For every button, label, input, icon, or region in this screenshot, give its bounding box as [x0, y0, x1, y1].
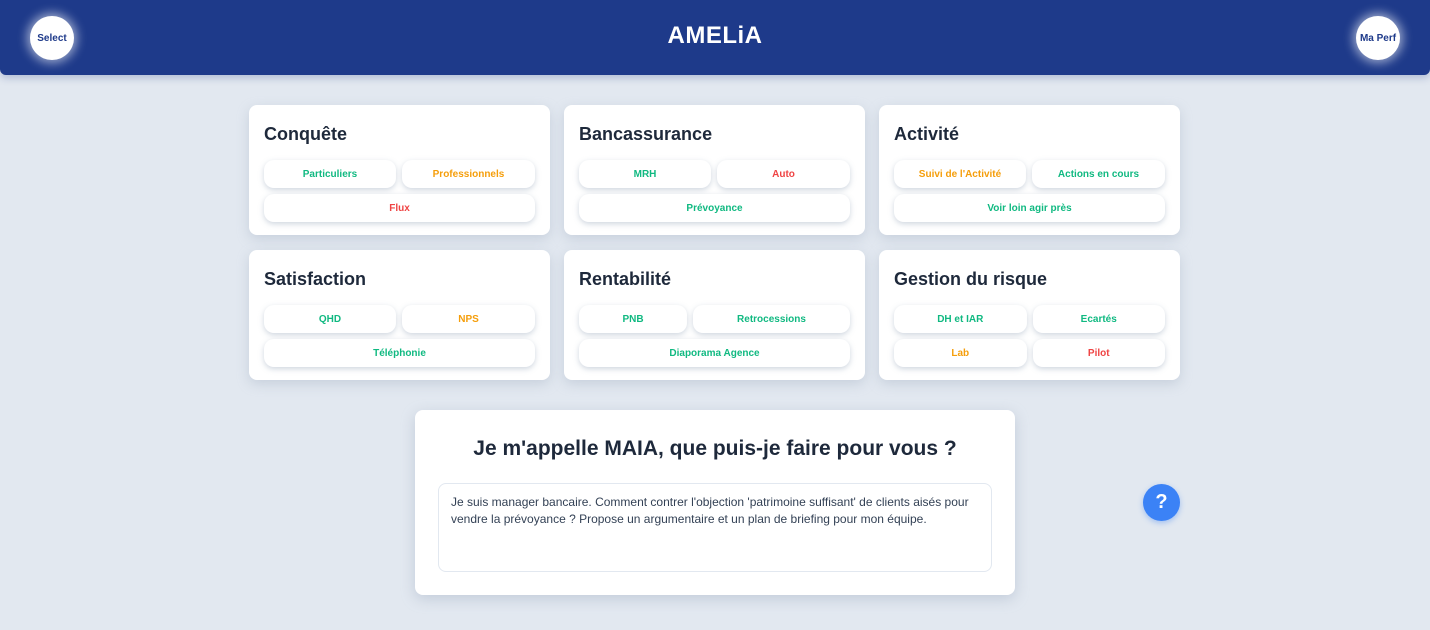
card-bancassurance: Bancassurance MRH Auto Prévoyance	[564, 105, 865, 235]
suivi-activite-button[interactable]: Suivi de l'Activité	[894, 160, 1026, 188]
dh-iar-button[interactable]: DH et IAR	[894, 305, 1027, 333]
professionnels-button[interactable]: Professionnels	[402, 160, 535, 188]
assistant-title: Je m'appelle MAIA, que puis-je faire pou…	[473, 437, 957, 460]
mrh-button[interactable]: MRH	[579, 160, 711, 188]
question-mark-icon: ?	[1155, 491, 1168, 513]
pilot-button[interactable]: Pilot	[1032, 339, 1165, 367]
card-title: Rentabilité	[579, 269, 672, 289]
assistant-panel: Je m'appelle MAIA, que puis-je faire pou…	[415, 410, 1015, 595]
app-header: Select AMELiA Ma Perf	[0, 0, 1430, 75]
auto-button[interactable]: Auto	[717, 160, 850, 188]
telephonie-button[interactable]: Téléphonie	[264, 339, 535, 367]
actions-en-cours-button[interactable]: Actions en cours	[1032, 160, 1165, 188]
nps-button[interactable]: NPS	[402, 305, 535, 333]
prevoyance-button[interactable]: Prévoyance	[579, 194, 850, 222]
pnb-button[interactable]: PNB	[579, 305, 687, 333]
category-grid: Conquête Particuliers Professionnels Flu…	[249, 105, 1180, 380]
diaporama-agence-button[interactable]: Diaporama Agence	[579, 339, 850, 367]
card-gestion-risque: Gestion du risque DH et IAR Ecartés Lab …	[879, 250, 1180, 380]
flux-button[interactable]: Flux	[264, 194, 535, 222]
card-rentabilite: Rentabilité PNB Retrocessions Diaporama …	[564, 250, 865, 380]
card-title: Conquête	[264, 124, 347, 144]
card-satisfaction: Satisfaction QHD NPS Téléphonie	[249, 250, 550, 380]
prompt-input[interactable]: Je suis manager bancaire. Comment contre…	[438, 483, 992, 572]
qhd-button[interactable]: QHD	[264, 305, 396, 333]
card-title: Gestion du risque	[894, 269, 1048, 289]
voir-loin-agir-pres-button[interactable]: Voir loin agir près	[894, 194, 1165, 222]
ma-perf-button[interactable]: Ma Perf	[1356, 16, 1400, 60]
card-conquete: Conquête Particuliers Professionnels Flu…	[249, 105, 550, 235]
card-activite: Activité Suivi de l'Activité Actions en …	[879, 105, 1180, 235]
particuliers-button[interactable]: Particuliers	[264, 160, 396, 188]
card-title: Activité	[894, 124, 960, 144]
card-title: Satisfaction	[264, 269, 367, 289]
ecartes-button[interactable]: Ecartés	[1032, 305, 1165, 333]
help-button[interactable]: ?	[1143, 484, 1180, 521]
lab-button[interactable]: Lab	[894, 339, 1027, 367]
retrocessions-button[interactable]: Retrocessions	[693, 305, 850, 333]
card-title: Bancassurance	[579, 124, 713, 144]
app-title: AMELiA	[667, 22, 763, 49]
